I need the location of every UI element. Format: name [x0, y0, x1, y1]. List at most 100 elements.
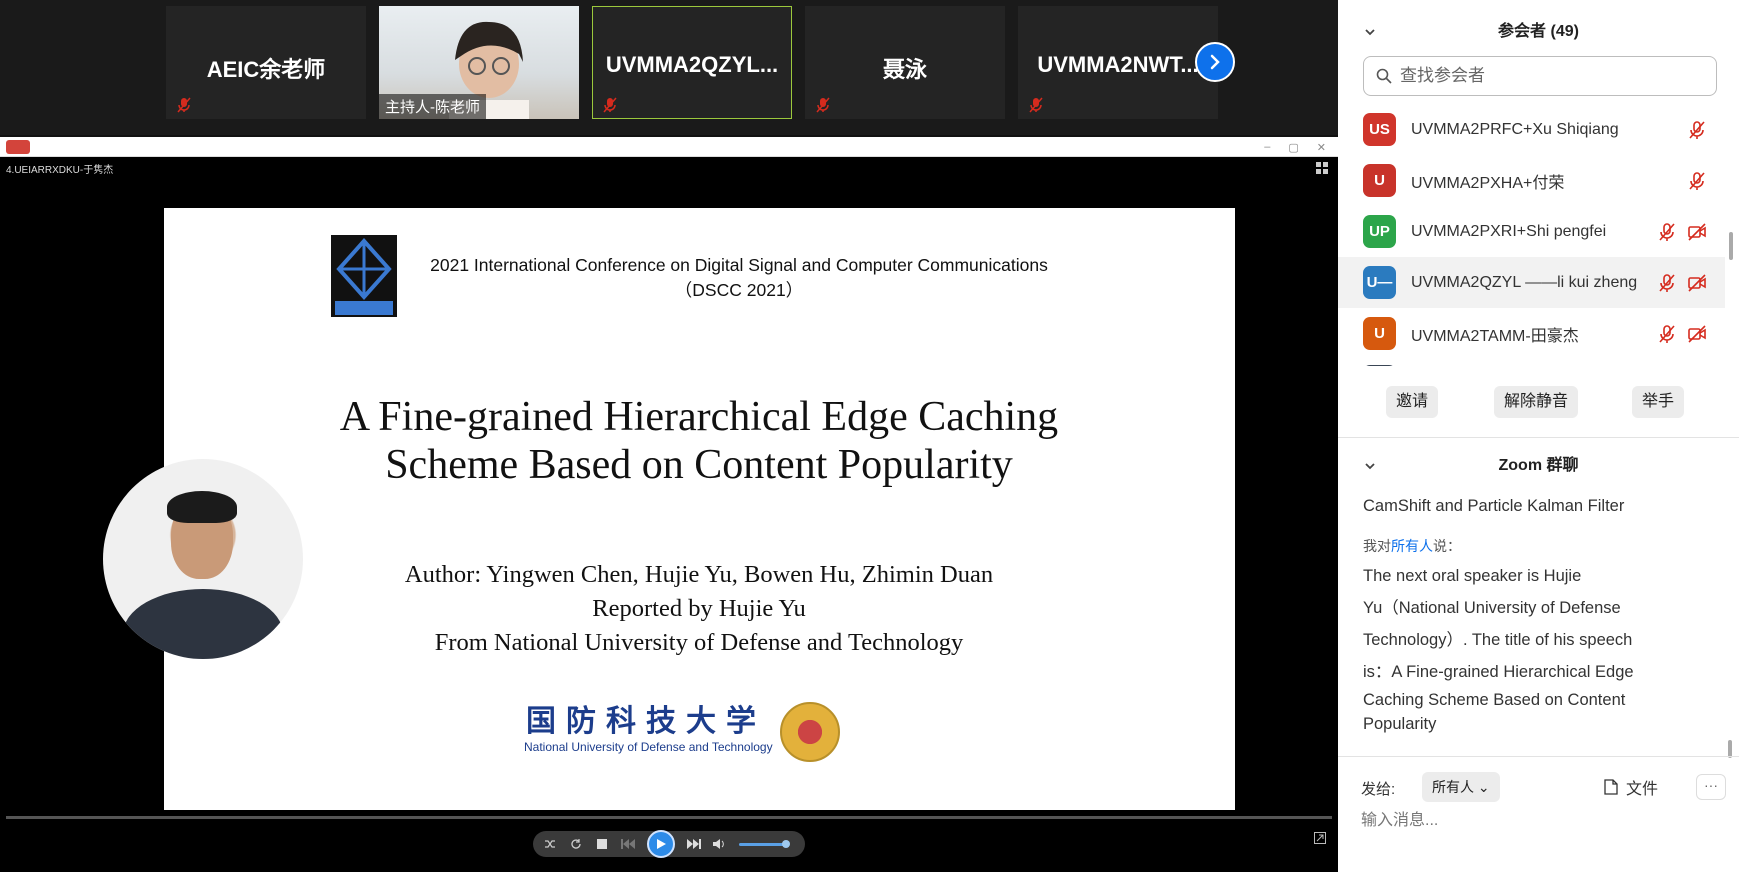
mic-muted-icon	[603, 97, 617, 113]
chat-message-line: Caching Scheme Based on Content	[1363, 691, 1626, 709]
chat-input[interactable]	[1361, 806, 1721, 836]
conference-line-2: （DSCC 2021）	[674, 280, 804, 300]
play-icon	[657, 839, 666, 849]
divider	[1338, 437, 1739, 438]
mic-muted-icon	[1029, 97, 1043, 113]
search-input[interactable]	[1400, 66, 1700, 86]
meeting-area: AEIC余老师 主持人-陈老师 UVMMA2QZYL... 聂泳 UVMMA2N…	[0, 0, 1338, 872]
next-page-button[interactable]	[1195, 42, 1235, 82]
file-button[interactable]: 文件	[1604, 774, 1658, 800]
conference-name: 2021 International Conference on Digital…	[414, 253, 1064, 303]
shared-window-title: 4.UEIARRXDKU-于隽杰	[6, 165, 114, 176]
unmute-all-button[interactable]: 解除静音	[1494, 386, 1579, 418]
video-tile-1[interactable]: AEIC余老师	[166, 6, 366, 119]
next-icon[interactable]	[687, 837, 701, 851]
side-panel: 参会者 (49) US UVMMA2PRFC+Xu Shiqiang U UVM…	[1338, 0, 1739, 872]
tile-name: 聂泳	[882, 57, 927, 82]
video-off-icon[interactable]	[1687, 222, 1707, 242]
chevron-right-icon	[1210, 54, 1220, 70]
participant-row[interactable]: US UVMMA2PRFC+Xu Shiqiang	[1338, 104, 1725, 155]
play-button[interactable]	[647, 830, 675, 858]
video-tile-host[interactable]: 主持人-陈老师	[379, 6, 579, 119]
slide-authors: Author: Yingwen Chen, Hujie Yu, Bowen Hu…	[314, 558, 1084, 660]
repeat-icon[interactable]	[569, 837, 583, 851]
shuffle-icon[interactable]	[543, 837, 557, 851]
avatar: U—	[1363, 266, 1396, 299]
divider	[1338, 756, 1739, 757]
volume-slider[interactable]	[739, 839, 790, 848]
mic-muted-icon	[816, 97, 830, 113]
video-tile-3[interactable]: UVMMA2QZYL...	[592, 6, 792, 119]
video-strip: AEIC余老师 主持人-陈老师 UVMMA2QZYL... 聂泳 UVMMA2N…	[0, 0, 1338, 135]
chat-recipient-link[interactable]: 所有人	[1391, 538, 1433, 554]
participants-header[interactable]: 参会者 (49)	[1338, 12, 1739, 52]
participant-list: US UVMMA2PRFC+Xu Shiqiang U UVMMA2PXHA+付…	[1338, 104, 1725, 366]
chevron-down-icon: ⌄	[1477, 779, 1490, 795]
chat-header[interactable]: Zoom 群聊	[1338, 446, 1739, 486]
close-icon[interactable]: ✕	[1317, 141, 1326, 154]
tile-name: AEIC余老师	[206, 57, 326, 82]
mic-muted-icon[interactable]	[1657, 273, 1677, 293]
search-icon	[1376, 68, 1392, 84]
conference-line-1: 2021 International Conference on Digital…	[430, 255, 1048, 275]
title-line-2: Scheme Based on Content Popularity	[385, 442, 1013, 488]
participant-row[interactable]: U— UVMMA2QZYL ——li kui zheng	[1338, 257, 1725, 308]
dscc-logo	[331, 235, 397, 317]
seek-bar[interactable]	[6, 816, 1332, 819]
mic-muted-icon[interactable]	[1687, 171, 1707, 191]
university-name-cn: 国防科技大学	[526, 704, 766, 739]
zoom-window: AEIC余老师 主持人-陈老师 UVMMA2QZYL... 聂泳 UVMMA2N…	[0, 0, 1739, 872]
recipient-value: 所有人	[1432, 779, 1474, 795]
recipient-dropdown[interactable]: 所有人 ⌄	[1422, 772, 1500, 802]
authors-line: Author: Yingwen Chen, Hujie Yu, Bowen Hu…	[404, 561, 994, 588]
chat-previous-line: CamShift and Particle Kalman Filter	[1363, 497, 1625, 515]
chat-message-line: The next oral speaker is Hujie	[1363, 567, 1582, 585]
tile-host-label: 主持人-陈老师	[379, 94, 486, 119]
participant-row[interactable]: U UVMMA2PXHA+付荣	[1338, 155, 1725, 206]
chat-message-line: Yu（National University of Defense	[1363, 599, 1621, 617]
avatar	[1363, 365, 1396, 366]
participant-row[interactable]: U UVMMA2TAMM-田豪杰	[1338, 308, 1725, 359]
more-options-button[interactable]: ···	[1696, 774, 1726, 800]
mic-muted-icon[interactable]	[1657, 222, 1677, 242]
participant-name: UVMMA2PRFC+Xu Shiqiang	[1411, 120, 1619, 138]
chat-message-line: Technology）. The title of his speech	[1363, 631, 1633, 649]
participant-row[interactable]: UP UVMMA2PXRI+Shi pengfei	[1338, 206, 1725, 257]
chat-message-line: Popularity	[1363, 715, 1437, 733]
raise-hand-button[interactable]: 举手	[1632, 386, 1685, 418]
participants-title: 参会者 (49)	[1498, 23, 1579, 40]
avatar: UP	[1363, 215, 1396, 248]
university-logo: 国防科技大学 National University of Defense an…	[524, 696, 884, 766]
avatar: US	[1363, 113, 1396, 146]
participant-name: UVMMA2QZYL ——li kui zheng	[1411, 273, 1638, 291]
minimize-icon[interactable]: –	[1264, 141, 1270, 153]
previous-icon[interactable]	[621, 837, 635, 851]
participant-search[interactable]	[1363, 56, 1717, 96]
mic-muted-icon[interactable]	[1687, 120, 1707, 140]
expand-icon[interactable]	[1314, 832, 1326, 844]
app-icon	[6, 140, 30, 154]
media-controls	[533, 830, 805, 858]
chat-title: Zoom 群聊	[1498, 457, 1579, 474]
chat-send-row: 发给: 所有人 ⌄ 文件 ···	[1338, 772, 1739, 804]
stop-icon[interactable]	[595, 837, 609, 851]
invite-button[interactable]: 邀请	[1386, 386, 1439, 418]
video-tile-5[interactable]: UVMMA2NWT...	[1018, 6, 1218, 119]
maximize-icon[interactable]: ▢	[1288, 141, 1298, 154]
participant-name: UVMMA2TAMM-田豪杰	[1411, 327, 1579, 345]
grid-view-icon[interactable]	[1316, 162, 1328, 174]
send-to-label: 发给:	[1361, 781, 1396, 798]
participant-row-partial[interactable]	[1338, 359, 1725, 366]
video-off-icon[interactable]	[1687, 324, 1707, 344]
chevron-down-icon[interactable]	[1364, 26, 1376, 38]
participant-name: UVMMA2PXHA+付荣	[1411, 174, 1565, 192]
mic-muted-icon[interactable]	[1657, 324, 1677, 344]
chevron-down-icon[interactable]	[1364, 460, 1376, 472]
volume-icon[interactable]	[713, 837, 727, 851]
participant-scrollbar[interactable]	[1727, 104, 1735, 366]
avatar: U	[1363, 164, 1396, 197]
slide-title: A Fine-grained Hierarchical Edge Caching…	[264, 393, 1134, 489]
tile-name: UVMMA2NWT...	[1037, 52, 1199, 77]
video-off-icon[interactable]	[1687, 273, 1707, 293]
video-tile-4[interactable]: 聂泳	[805, 6, 1005, 119]
